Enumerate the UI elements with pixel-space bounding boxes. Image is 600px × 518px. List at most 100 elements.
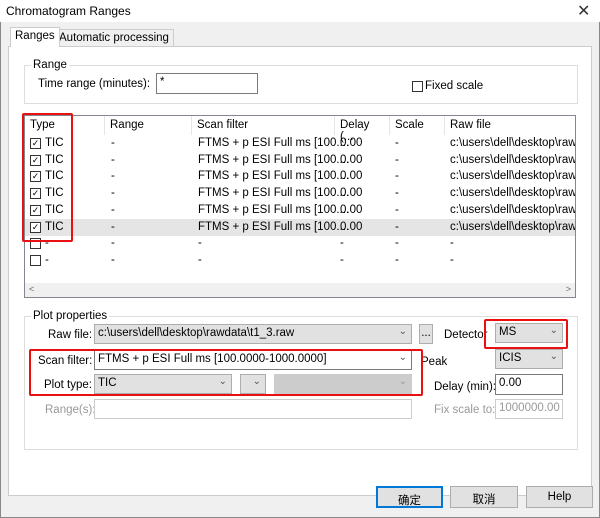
scroll-left-icon[interactable]: <: [29, 284, 34, 294]
table-row[interactable]: ------: [25, 252, 575, 269]
title-bar: Chromatogram Ranges ✕: [0, 0, 600, 22]
cell-raw: c:\users\dell\desktop\rawd...: [450, 153, 576, 166]
range-group-label: Range: [33, 59, 67, 71]
cell-raw: -: [450, 237, 454, 250]
cell-filter: FTMS + p ESI Full ms [100....: [198, 187, 350, 200]
cell-raw: c:\users\dell\desktop\rawd...: [450, 170, 576, 183]
row-checkbox[interactable]: ✓: [30, 171, 41, 183]
table-row[interactable]: ✓ TIC - FTMS + p ESI Full ms [100.... 0.00 - c…: [25, 168, 575, 185]
row-checkbox[interactable]: [30, 238, 41, 250]
plot-properties-label: Plot properties: [33, 310, 108, 322]
column-header-delay[interactable]: Delay (...: [335, 116, 390, 143]
table-row[interactable]: ✓ TIC - FTMS + p ESI Full ms [100.... 0.00 - c…: [25, 218, 575, 236]
row-checkbox[interactable]: [30, 254, 41, 266]
cell-filter: FTMS + p ESI Full ms [100....: [198, 153, 350, 166]
cell-filter: -: [198, 253, 202, 266]
fix-scale-label: Fix scale to:: [434, 404, 496, 416]
cell-type: TIC: [45, 153, 64, 166]
cell-range: -: [111, 187, 115, 200]
cell-range: -: [111, 170, 115, 183]
scan-filter-select[interactable]: FTMS + p ESI Full ms [100.0000-1000.0000…: [94, 350, 412, 370]
cell-filter: FTMS + p ESI Full ms [100....: [198, 137, 350, 149]
window-title: Chromatogram Ranges: [6, 4, 131, 18]
plot-type-option-select[interactable]: ⌄: [240, 374, 266, 394]
scroll-right-icon[interactable]: >: [566, 284, 571, 294]
cell-filter: FTMS + p ESI Full ms [100....: [198, 203, 350, 216]
peak-label: Peak: [421, 356, 448, 368]
column-header-raw-file[interactable]: Raw file: [445, 116, 575, 135]
chevron-down-icon: ⌄: [218, 376, 227, 387]
column-header-scan-filter[interactable]: Scan filter: [192, 116, 335, 135]
raw-file-label: Raw file:: [48, 329, 93, 341]
cell-type: -: [45, 237, 49, 250]
row-checkbox[interactable]: ✓: [30, 221, 41, 233]
plot-type-extra-select: ⌄: [274, 374, 412, 394]
cell-range: -: [111, 203, 115, 216]
table-row[interactable]: ✓ TIC - FTMS + p ESI Full ms [100.... 0.00 - c…: [25, 185, 575, 202]
detector-value: MS: [499, 326, 517, 338]
cell-delay: -: [340, 237, 344, 250]
chevron-down-icon: ⌄: [549, 351, 558, 362]
chevron-down-icon: ⌄: [398, 326, 407, 337]
cell-scale: -: [395, 170, 399, 183]
table-row[interactable]: ✓ TIC - FTMS + p ESI Full ms [100.... 0.00 - c…: [25, 152, 575, 169]
help-button[interactable]: Help: [526, 486, 593, 508]
cell-filter: FTMS + p ESI Full ms [100....: [198, 220, 350, 233]
detector-select[interactable]: MS ⌄: [495, 323, 563, 343]
cell-range: -: [111, 137, 115, 149]
delay-input[interactable]: 0.00: [495, 374, 563, 395]
cell-scale: -: [395, 187, 399, 200]
tab-ranges[interactable]: Ranges: [10, 27, 60, 47]
cell-scale: -: [395, 237, 399, 250]
browse-button[interactable]: ...: [419, 324, 433, 344]
time-range-input[interactable]: *: [156, 73, 258, 94]
plot-type-label: Plot type:: [44, 379, 92, 391]
cell-raw: c:\users\dell\desktop\rawd...: [450, 203, 576, 216]
raw-file-select[interactable]: c:\users\dell\desktop\rawdata\t1_3.raw ⌄: [94, 324, 412, 344]
fix-scale-input: 1000000.00: [495, 399, 563, 419]
table-row[interactable]: ✓ TIC - FTMS + p ESI Full ms [100.... 0.00 - c…: [25, 135, 575, 152]
cell-type: TIC: [45, 137, 64, 149]
cell-range: -: [111, 220, 115, 233]
chevron-down-icon: ⌄: [398, 352, 407, 363]
peak-select[interactable]: ICIS ⌄: [495, 349, 563, 369]
cell-scale: -: [395, 137, 399, 149]
table-row[interactable]: ------: [25, 235, 575, 252]
chevron-down-icon: ⌄: [252, 376, 261, 387]
table-row[interactable]: ✓ TIC - FTMS + p ESI Full ms [100.... 0.00 - c…: [25, 202, 575, 219]
raw-file-value: c:\users\dell\desktop\rawdata\t1_3.raw: [98, 327, 295, 339]
close-icon[interactable]: ✕: [577, 1, 590, 21]
peak-value: ICIS: [499, 352, 522, 364]
row-checkbox[interactable]: ✓: [30, 204, 41, 216]
ok-button[interactable]: 确定: [376, 486, 443, 508]
cell-delay: 0.00: [340, 137, 363, 149]
cell-delay: -: [340, 253, 344, 266]
ranges-label: Range(s):: [45, 404, 96, 416]
chevron-down-icon: ⌄: [398, 376, 407, 387]
cell-type: TIC: [45, 170, 64, 183]
cell-scale: -: [395, 203, 399, 216]
cell-filter: -: [198, 237, 202, 250]
column-header-scale[interactable]: Scale: [390, 116, 445, 135]
column-header-type[interactable]: Type: [25, 116, 105, 135]
detector-label: Detector: [444, 329, 488, 341]
horizontal-scrollbar[interactable]: < >: [25, 283, 575, 297]
fixed-scale-checkbox[interactable]: [412, 81, 423, 92]
cell-scale: -: [395, 253, 399, 266]
cell-delay: 0.00: [340, 153, 363, 166]
plot-type-select[interactable]: TIC ⌄: [94, 374, 232, 394]
tab-automatic-processing[interactable]: Automatic processing: [54, 29, 174, 47]
scan-filter-value: FTMS + p ESI Full ms [100.0000-1000.0000…: [98, 353, 327, 365]
cell-range: -: [111, 237, 115, 250]
cancel-button[interactable]: 取消: [450, 486, 518, 508]
row-checkbox[interactable]: ✓: [30, 138, 41, 149]
column-header-range[interactable]: Range: [105, 116, 192, 135]
cell-type: TIC: [45, 220, 64, 233]
cell-scale: -: [395, 153, 399, 166]
cell-scale: -: [395, 220, 399, 233]
row-checkbox[interactable]: ✓: [30, 188, 41, 200]
row-checkbox[interactable]: ✓: [30, 154, 41, 166]
cell-delay: 0.00: [340, 203, 363, 216]
cell-type: TIC: [45, 187, 64, 200]
chevron-down-icon: ⌄: [549, 325, 558, 336]
